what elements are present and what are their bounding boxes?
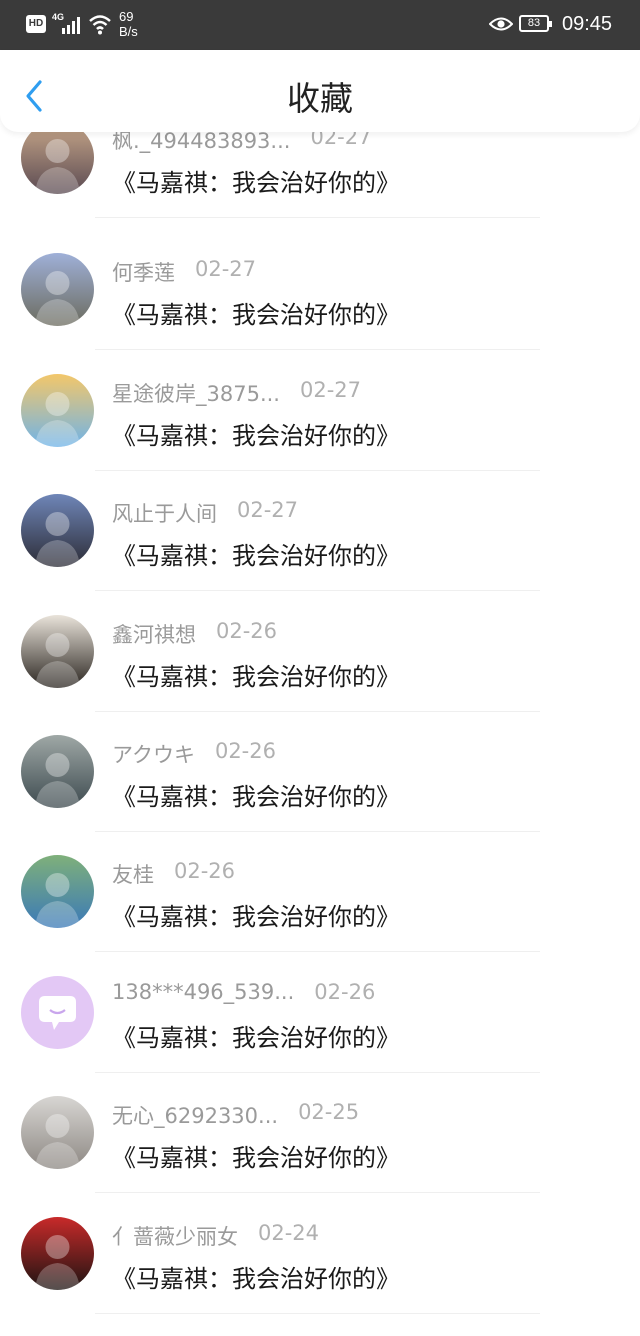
user-name[interactable]: アクウキ — [112, 739, 195, 769]
favorite-item[interactable]: 风止于人间 02-27 《马嘉祺：我会治好你的》 — [0, 493, 640, 613]
post-title[interactable]: 《马嘉祺：我会治好你的》 — [112, 1259, 400, 1294]
item-meta: 风止于人间 02-27 — [112, 498, 632, 528]
favorite-item[interactable]: アクウキ 02-26 《马嘉祺：我会治好你的》 — [0, 734, 640, 854]
divider — [95, 590, 540, 592]
post-title[interactable]: 《马嘉祺：我会治好你的》 — [112, 897, 400, 932]
navigation-bar: 收藏 — [0, 50, 640, 132]
user-name[interactable]: 星途彼岸_3875... — [112, 378, 280, 408]
divider — [95, 1071, 540, 1073]
divider — [95, 951, 540, 953]
user-avatar[interactable] — [21, 494, 94, 568]
favorite-item[interactable]: 亻蔷薇少丽女 02-24 《马嘉祺：我会治好你的》 — [0, 1216, 640, 1336]
item-meta: 友桂 02-26 — [112, 859, 632, 889]
user-avatar[interactable] — [21, 1096, 94, 1170]
post-title[interactable]: 《马嘉祺：我会治好你的》 — [112, 1138, 400, 1173]
user-avatar[interactable] — [21, 855, 94, 929]
favorite-item[interactable]: 何季莲 02-27 《马嘉祺：我会治好你的》 — [0, 252, 640, 372]
item-meta: 无心_6292330... 02-25 — [112, 1100, 632, 1130]
page-title: 收藏 — [287, 79, 353, 118]
item-meta: 星途彼岸_3875... 02-27 — [112, 378, 632, 408]
favorite-item[interactable]: 无心_6292330... 02-25 《马嘉祺：我会治好你的》 — [0, 1095, 640, 1215]
user-name[interactable]: 138***496_539... — [112, 980, 294, 1004]
post-date: 02-24 — [258, 1220, 320, 1245]
post-title[interactable]: 《马嘉祺：我会治好你的》 — [112, 536, 400, 571]
favorite-item[interactable]: 枫._494483893... 02-27 《马嘉祺：我会治好你的》 — [0, 121, 640, 252]
divider — [95, 710, 540, 712]
item-meta: アクウキ 02-26 — [112, 739, 632, 769]
item-meta: 138***496_539... 02-26 — [112, 980, 632, 1010]
user-name[interactable]: 鑫河祺想 — [112, 619, 196, 649]
user-avatar[interactable] — [21, 1216, 94, 1290]
battery-icon: 83 — [519, 15, 552, 32]
item-meta: 鑫河祺想 02-26 — [112, 619, 632, 649]
post-title[interactable]: 《马嘉祺：我会治好你的》 — [112, 163, 400, 198]
speed-value: 69 — [119, 9, 134, 24]
divider — [95, 831, 540, 832]
user-avatar[interactable] — [21, 373, 94, 447]
post-date: 02-26 — [174, 859, 236, 884]
speed-unit: B/s — [119, 24, 138, 39]
post-title[interactable]: 《马嘉祺：我会治好你的》 — [112, 1018, 400, 1053]
post-title[interactable]: 《马嘉祺：我会治好你的》 — [112, 777, 400, 812]
eye-icon — [489, 17, 513, 31]
user-avatar[interactable] — [21, 735, 94, 808]
favorite-item[interactable]: 鑫河祺想 02-26 《马嘉祺：我会治好你的》 — [0, 614, 640, 734]
post-date: 02-26 — [314, 979, 376, 1004]
divider — [95, 1192, 540, 1194]
signal-icon — [62, 16, 84, 34]
user-name[interactable]: 风止于人间 — [112, 498, 217, 528]
post-title[interactable]: 《马嘉祺：我会治好你的》 — [112, 657, 400, 692]
battery-level: 83 — [527, 17, 541, 29]
user-avatar[interactable] — [21, 614, 94, 688]
favorite-item[interactable]: 星途彼岸_3875... 02-27 《马嘉祺：我会治好你的》 — [0, 373, 640, 493]
hd-badge: HD — [26, 15, 46, 33]
item-meta: 亻蔷薇少丽女 02-24 — [112, 1221, 632, 1251]
user-name[interactable]: 何季莲 — [112, 257, 175, 287]
network-speed: 69 B/s — [119, 9, 138, 39]
clock: 09:45 — [562, 13, 613, 35]
post-date: 02-25 — [298, 1100, 360, 1125]
post-date: 02-26 — [216, 618, 278, 643]
user-name[interactable]: 亻蔷薇少丽女 — [112, 1221, 238, 1251]
user-name[interactable]: 无心_6292330... — [112, 1100, 278, 1130]
post-title[interactable]: 《马嘉祺：我会治好你的》 — [112, 416, 400, 451]
status-bar: HD 4G 69 B/s 83 09:45 — [0, 0, 640, 50]
user-name[interactable]: 友桂 — [112, 859, 154, 889]
chat-bubble-avatar-icon[interactable] — [21, 975, 94, 1049]
item-meta: 何季莲 02-27 — [112, 257, 632, 287]
divider — [95, 469, 540, 471]
divider — [95, 217, 540, 218]
divider — [95, 1312, 540, 1314]
divider — [95, 349, 540, 351]
post-date: 02-26 — [214, 739, 276, 763]
post-title[interactable]: 《马嘉祺：我会治好你的》 — [112, 295, 400, 330]
post-date: 02-27 — [195, 257, 257, 282]
post-date: 02-27 — [299, 377, 362, 402]
favorite-item[interactable]: 138***496_539... 02-26 《马嘉祺：我会治好你的》 — [0, 975, 640, 1095]
user-avatar[interactable] — [21, 253, 94, 327]
post-date: 02-27 — [237, 498, 299, 523]
favorite-item[interactable]: 友桂 02-26 《马嘉祺：我会治好你的》 — [0, 854, 640, 974]
wifi-icon — [89, 15, 111, 35]
